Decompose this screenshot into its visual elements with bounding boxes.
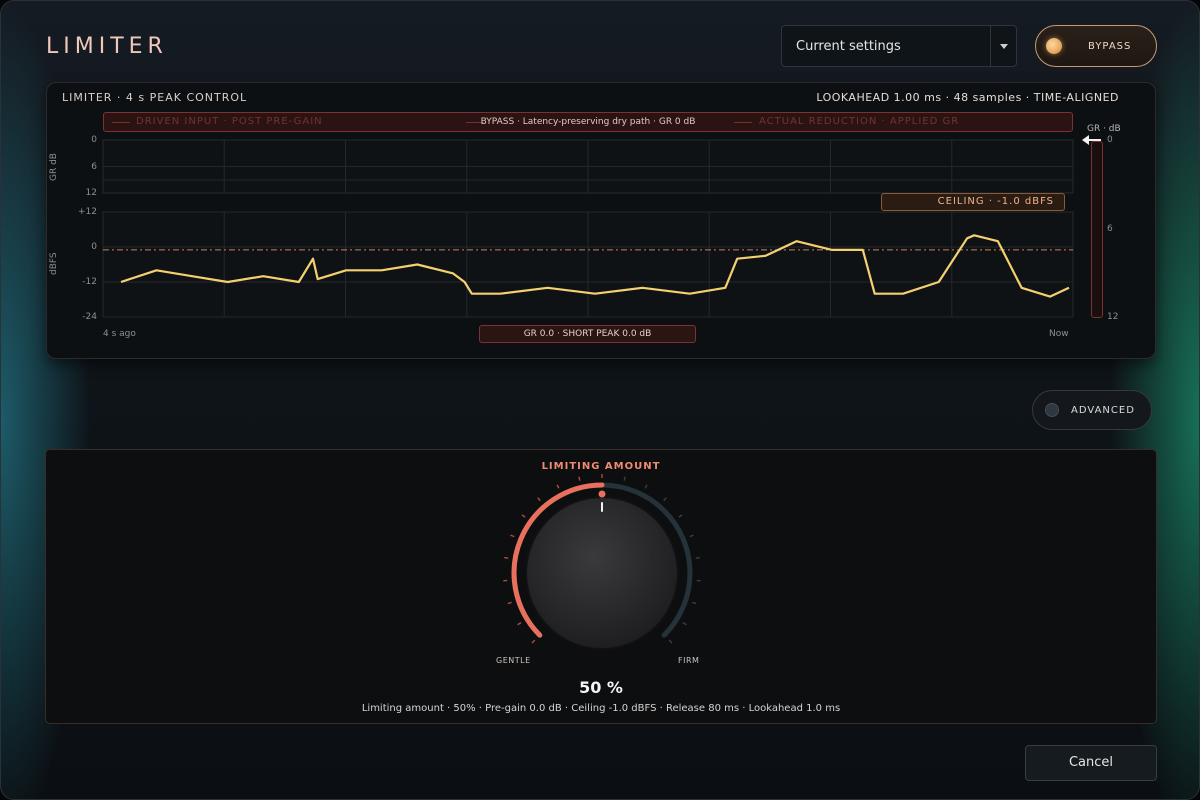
advanced-led-icon — [1045, 403, 1059, 417]
page-title: LIMITER — [46, 34, 168, 59]
knob-tick — [695, 556, 700, 559]
bypass-button[interactable]: BYPASS — [1035, 25, 1157, 67]
ceiling-tag: CEILING · -1.0 dBFS — [881, 193, 1065, 211]
knob-tick — [692, 601, 697, 605]
knob-tick — [517, 622, 522, 626]
knob-max-label: FIRM — [678, 656, 700, 665]
knob-tick — [678, 514, 683, 518]
knob-tick — [507, 601, 512, 605]
meter-chart — [102, 139, 1074, 318]
advanced-label: ADVANCED — [1071, 404, 1135, 416]
knob-tick — [521, 514, 526, 518]
gr-grid — [102, 139, 1074, 194]
preset-dropdown[interactable]: Current settings — [781, 25, 1017, 67]
chevron-down-icon[interactable] — [990, 26, 1016, 66]
gr-meter-tick: 0 — [1107, 135, 1113, 145]
limiter-window: LIMITER Current settings BYPASS LIMITER … — [0, 0, 1200, 800]
knob-panel: LIMITING AMOUNT GENTLE FIRM 50 % Limitin… — [45, 449, 1157, 724]
knob-body[interactable] — [525, 496, 679, 650]
knob-tick — [623, 476, 626, 481]
time-end-label: Now — [1049, 329, 1069, 339]
knob-tick — [510, 534, 515, 538]
waveform-grid — [102, 211, 1074, 318]
knob-tick — [504, 556, 509, 559]
gr-meter-title: GR · dB — [1087, 124, 1121, 134]
gr-status-tag: GR 0.0 · SHORT PEAK 0.0 dB — [479, 325, 696, 343]
knob-value: 50 % — [579, 678, 623, 697]
knob-tick — [556, 484, 560, 489]
bypass-label: BYPASS — [1088, 40, 1132, 52]
time-start-label: 4 s ago — [103, 329, 136, 339]
knob-tick — [537, 497, 541, 502]
knob-indicator-dot — [598, 490, 606, 498]
knob-tick — [663, 497, 667, 502]
gr-meter-tick: 12 — [1107, 312, 1119, 322]
knob-tick — [682, 622, 687, 626]
knob-tick — [531, 639, 536, 644]
knob-min-label: GENTLE — [496, 656, 531, 665]
meter-panel: LIMITER · 4 s PEAK CONTROL LOOKAHEAD 1.0… — [46, 82, 1156, 359]
advanced-toggle[interactable]: ADVANCED — [1032, 390, 1152, 430]
bypass-led-icon — [1046, 38, 1062, 54]
knob-tick — [644, 484, 648, 489]
gr-pointer-icon — [1082, 135, 1089, 145]
knob-tick — [668, 639, 673, 644]
gr-pointer-line — [1087, 139, 1101, 141]
gr-meter-bar — [1091, 141, 1103, 318]
cancel-button[interactable]: Cancel — [1025, 745, 1157, 781]
knob-tick — [689, 534, 694, 538]
gr-meter-tick: 6 — [1107, 224, 1113, 234]
knob-summary: Limiting amount · 50% · Pre-gain 0.0 dB … — [361, 703, 841, 714]
knob-tick — [578, 476, 581, 481]
preset-value: Current settings — [796, 38, 901, 54]
